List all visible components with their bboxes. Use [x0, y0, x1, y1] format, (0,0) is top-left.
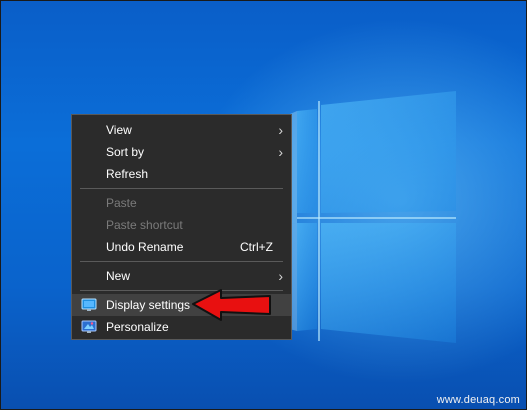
menu-item-label: Personalize: [106, 320, 169, 334]
keyboard-shortcut: Ctrl+Z: [240, 240, 273, 254]
menu-separator: [80, 261, 283, 262]
chevron-right-icon: ›: [278, 144, 283, 160]
menu-item-label: Refresh: [106, 167, 149, 181]
menu-item-label: Display settings: [106, 298, 191, 312]
desktop-background[interactable]: View › Sort by › Refresh Paste Paste sho…: [0, 0, 527, 410]
menu-item-label: Undo Rename: [106, 240, 184, 254]
chevron-right-icon: ›: [278, 122, 283, 138]
watermark: www.deuaq.com: [436, 394, 520, 406]
menu-separator: [80, 188, 283, 189]
menu-item-label: View: [106, 123, 132, 137]
menu-item-undo-rename[interactable]: Undo Rename Ctrl+Z: [72, 236, 291, 258]
menu-item-label: Sort by: [106, 145, 145, 159]
chevron-right-icon: ›: [278, 268, 283, 284]
menu-item-label: Paste shortcut: [106, 218, 183, 232]
menu-item-view[interactable]: View ›: [72, 119, 291, 141]
menu-item-label: Paste: [106, 196, 137, 210]
menu-item-paste-shortcut: Paste shortcut: [72, 214, 291, 236]
menu-item-sort-by[interactable]: Sort by ›: [72, 141, 291, 163]
red-arrow-annotation: [192, 289, 271, 321]
menu-item-paste: Paste: [72, 192, 291, 214]
menu-item-new[interactable]: New ›: [72, 265, 291, 287]
menu-item-refresh[interactable]: Refresh: [72, 163, 291, 185]
menu-item-label: New: [106, 269, 131, 283]
personalize-icon: [81, 320, 97, 333]
display-icon: [81, 298, 97, 311]
